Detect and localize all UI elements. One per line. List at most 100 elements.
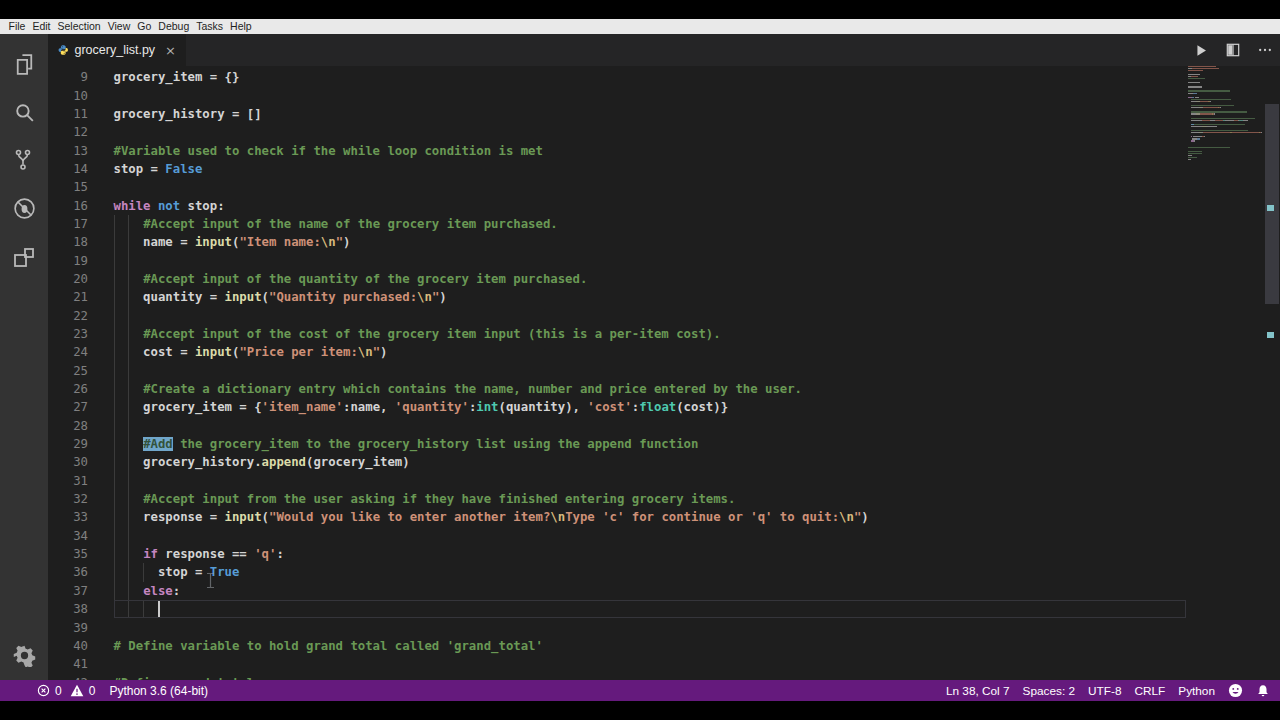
text-cursor [158, 601, 160, 617]
status-bar: 0 0 Python 3.6 (64-bit) Ln 38, Col 7 Spa… [0, 680, 1280, 701]
menu-view[interactable]: View [104, 19, 134, 34]
line-number: 27 [48, 398, 88, 416]
code-line: if response == 'q': [114, 545, 284, 564]
overview-ruler-mark [1267, 205, 1274, 211]
line-number: 21 [48, 288, 88, 306]
code-line: #Add the grocery_item to the grocery_his… [114, 435, 699, 454]
editor-pane: grocery_list.py × 9101112131415161718192… [48, 34, 1280, 680]
vertical-scrollbar[interactable] [1264, 66, 1280, 680]
code-line: cost = input("Price per item:\n") [114, 343, 388, 362]
line-number: 18 [48, 233, 88, 251]
code-line: stop = False [114, 160, 203, 179]
line-number: 23 [48, 325, 88, 343]
line-number: 11 [48, 105, 88, 123]
line-number: 12 [48, 123, 88, 141]
run-icon[interactable] [1195, 44, 1208, 57]
line-number: 14 [48, 160, 88, 178]
feedback-smiley-icon[interactable] [1228, 683, 1243, 698]
code-line: grocery_item = {'item_name':name, 'quant… [114, 398, 729, 417]
code-line: #Accept input of the quantity of the gro… [114, 270, 588, 289]
warnings-icon[interactable] [70, 684, 84, 697]
line-number: 38 [48, 600, 88, 618]
indentation[interactable]: Spaces: 2 [1023, 684, 1075, 698]
line-number: 24 [48, 343, 88, 361]
line-number: 22 [48, 307, 88, 325]
line-number: 25 [48, 362, 88, 380]
code-line: #Variable used to check if the while loo… [114, 142, 543, 161]
menu-file[interactable]: File [5, 19, 29, 34]
menu-bar: FileEditSelectionViewGoDebugTasksHelp [0, 19, 1280, 34]
code-line: response = input("Would you like to ente… [114, 508, 869, 527]
notifications-bell-icon[interactable] [1256, 684, 1270, 698]
line-number: 17 [48, 215, 88, 233]
errors-icon[interactable] [37, 684, 50, 697]
search-icon[interactable] [0, 92, 48, 132]
letterbox-bottom [0, 701, 1280, 720]
code-line: #Accept input of the cost of the grocery… [114, 325, 721, 344]
menu-help[interactable]: Help [227, 19, 256, 34]
line-number: 32 [48, 490, 88, 508]
line-number: 30 [48, 453, 88, 471]
code-line: #Create a dictionary entry which contain… [114, 380, 803, 399]
python-interpreter[interactable]: Python 3.6 (64-bit) [109, 684, 208, 698]
code-line: #Accept input of the name of the grocery… [114, 215, 558, 234]
eol-sequence[interactable]: CRLF [1134, 684, 1165, 698]
line-number: 13 [48, 142, 88, 160]
line-number: 33 [48, 508, 88, 526]
error-count[interactable]: 0 [55, 684, 62, 698]
line-number: 29 [48, 435, 88, 453]
minimap[interactable] [1186, 66, 1260, 680]
activity-bar [0, 34, 48, 680]
code-line: # Define variable to hold grand total ca… [114, 637, 543, 656]
warning-count[interactable]: 0 [89, 684, 96, 698]
scrollbar-thumb[interactable] [1265, 104, 1279, 304]
extensions-icon[interactable] [0, 238, 48, 278]
menu-edit[interactable]: Edit [29, 19, 54, 34]
line-number: 35 [48, 545, 88, 563]
tab-title: grocery_list.py [75, 43, 156, 57]
line-number: 19 [48, 252, 88, 270]
menu-debug[interactable]: Debug [155, 19, 193, 34]
code-line: quantity = input("Quantity purchased:\n"… [114, 288, 447, 307]
tab-grocery-list[interactable]: grocery_list.py × [48, 34, 186, 66]
split-editor-icon[interactable] [1226, 43, 1240, 57]
line-number: 37 [48, 582, 88, 600]
line-number: 41 [48, 655, 88, 673]
line-number: 40 [48, 637, 88, 655]
menu-tasks[interactable]: Tasks [193, 19, 227, 34]
code-line: stop = True [114, 563, 240, 582]
cursor-position[interactable]: Ln 38, Col 7 [946, 684, 1010, 698]
encoding[interactable]: UTF-8 [1088, 684, 1121, 698]
menu-selection[interactable]: Selection [54, 19, 104, 34]
line-number: 34 [48, 527, 88, 545]
code-line: grocery_history = [] [114, 105, 262, 124]
code-editor[interactable]: 9101112131415161718192021222324252627282… [48, 66, 1280, 680]
menu-go[interactable]: Go [134, 19, 155, 34]
mouse-ibeam-cursor [206, 572, 215, 589]
line-number: 16 [48, 197, 88, 215]
python-file-icon [58, 42, 69, 58]
explorer-icon[interactable] [0, 44, 48, 84]
code-line: name = input("Item name:\n") [114, 233, 351, 252]
line-number: 9 [48, 68, 88, 86]
code-line: grocery_history.append(grocery_item) [114, 453, 410, 472]
language-mode[interactable]: Python [1178, 684, 1215, 698]
code-line: #Accept input from the user asking if th… [114, 490, 736, 509]
line-number: 20 [48, 270, 88, 288]
current-line-highlight [114, 600, 1187, 618]
line-number: 28 [48, 417, 88, 435]
more-actions-icon[interactable] [1258, 43, 1272, 57]
code-line: else: [114, 582, 181, 601]
line-number: 10 [48, 87, 88, 105]
debug-icon[interactable] [0, 188, 48, 228]
letterbox-top [0, 0, 1280, 19]
settings-gear-icon[interactable] [0, 635, 48, 675]
source-control-icon[interactable] [0, 140, 48, 180]
line-number: 36 [48, 563, 88, 581]
line-number: 39 [48, 619, 88, 637]
code-line: grocery_item = {} [114, 68, 240, 87]
line-number: 31 [48, 472, 88, 490]
vscode-window: FileEditSelectionViewGoDebugTasksHelp gr… [0, 0, 1280, 720]
tab-bar: grocery_list.py × [48, 34, 1280, 66]
tab-close-icon[interactable]: × [165, 43, 176, 58]
